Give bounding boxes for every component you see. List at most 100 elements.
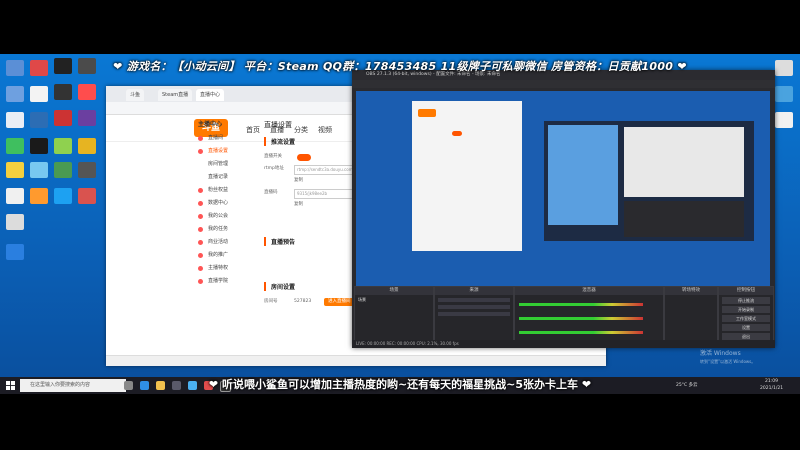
sidebar-item-label: 直播记录 bbox=[208, 174, 229, 180]
app-icon[interactable] bbox=[775, 86, 793, 102]
sidebar-item[interactable]: 房间管理 bbox=[198, 158, 248, 171]
sidebar-item-label: 我的推广 bbox=[208, 252, 229, 258]
browser-statusbar bbox=[106, 355, 606, 366]
menu-dot-icon bbox=[198, 266, 203, 271]
panel-header: 转场特效 bbox=[665, 287, 717, 295]
source-item[interactable] bbox=[438, 298, 510, 302]
browser-tab[interactable]: Steam直播 bbox=[158, 89, 193, 101]
row-label: 房间号 bbox=[264, 299, 278, 304]
sidebar-item-label: 数据中心 bbox=[208, 200, 229, 206]
menu-dot-icon bbox=[198, 136, 203, 141]
obs-menubar[interactable] bbox=[352, 80, 775, 88]
menu-dot-icon bbox=[198, 149, 203, 154]
sidebar-item-label: 主播特权 bbox=[208, 265, 229, 271]
sidebar-item[interactable]: 数据中心 bbox=[198, 197, 248, 210]
stop-stream-button[interactable]: 停止推流 bbox=[722, 297, 770, 304]
app-icon[interactable] bbox=[30, 86, 48, 102]
watermark-line: 转到“设置”以激活 Windows。 bbox=[700, 359, 756, 364]
transitions-panel: 转场特效 bbox=[664, 286, 718, 346]
sidebar-item-label: 直播设置 bbox=[208, 148, 229, 154]
menu-dot-icon bbox=[198, 227, 203, 232]
exit-button[interactable]: 退出 bbox=[722, 333, 770, 340]
app-icon[interactable] bbox=[6, 112, 24, 128]
panel-header: 来源 bbox=[435, 287, 513, 295]
settings-button[interactable]: 设置 bbox=[722, 324, 770, 331]
sidebar-item[interactable]: 我的推广 bbox=[198, 249, 248, 262]
sidebar-item[interactable]: 粉丝权益 bbox=[198, 184, 248, 197]
app-icon[interactable] bbox=[78, 110, 96, 126]
app-icon[interactable] bbox=[54, 84, 72, 100]
app-icon[interactable] bbox=[775, 112, 793, 128]
app-icon[interactable] bbox=[54, 162, 72, 178]
app-icon[interactable] bbox=[30, 162, 48, 178]
sidebar-item-label: 直播学院 bbox=[208, 278, 229, 284]
obs-window[interactable]: OBS 27.1.3 (64-bit, windows) - 配置文件: 未命名… bbox=[352, 70, 775, 348]
sidebar-item[interactable]: 我的任务 bbox=[198, 223, 248, 236]
scenes-panel: 场景 场景 bbox=[354, 286, 434, 346]
app-icon[interactable] bbox=[78, 138, 96, 154]
app-icon[interactable] bbox=[78, 162, 96, 178]
menu-dot-icon bbox=[198, 240, 203, 245]
app-icon[interactable] bbox=[30, 138, 48, 154]
sidebar-item[interactable]: 主播特权 bbox=[198, 262, 248, 275]
browser-tab[interactable]: 直播中心 bbox=[196, 89, 225, 101]
app-icon[interactable] bbox=[54, 138, 72, 154]
enter-room-button[interactable]: 进入直播间 bbox=[324, 298, 355, 306]
sidebar-item[interactable]: 直播记录 bbox=[198, 171, 248, 184]
source-item[interactable] bbox=[438, 312, 510, 316]
shield-icon[interactable] bbox=[6, 244, 24, 260]
app-icon[interactable] bbox=[6, 138, 24, 154]
app-icon[interactable] bbox=[6, 188, 24, 204]
obs-preview[interactable] bbox=[356, 91, 770, 299]
row-label: 直播开关 bbox=[264, 154, 282, 159]
app-icon[interactable] bbox=[6, 162, 24, 178]
live-toggle[interactable] bbox=[297, 154, 311, 161]
panel-header: 控制按钮 bbox=[719, 287, 773, 295]
start-record-button[interactable]: 开始录制 bbox=[722, 306, 770, 313]
panel-header: 混音器 bbox=[515, 287, 663, 295]
obs-statusbar: LIVE: 00:00:00 REC: 00:00:00 CPU: 2.1%, … bbox=[352, 340, 775, 348]
top-danmaku-banner: ❤ 游戏名：【小动云间】 平台：Steam QQ群：178453485 11级牌… bbox=[113, 60, 687, 73]
app-icon[interactable] bbox=[30, 112, 48, 128]
controls-panel: 控制按钮 停止推流 开始录制 工作室模式 设置 退出 bbox=[718, 286, 774, 346]
app-icon[interactable] bbox=[6, 86, 24, 102]
sidebar-item-active[interactable]: 直播设置 bbox=[198, 145, 248, 158]
copy-button[interactable]: 复制 bbox=[294, 178, 303, 183]
sidebar-item[interactable]: 直播间 bbox=[198, 132, 248, 145]
sidebar-item-label: 商业活动 bbox=[208, 239, 229, 245]
source-item[interactable] bbox=[438, 305, 510, 309]
anchor-sidebar: 主播中心 直播间 直播设置 房间管理 直播记录 粉丝权益 数据中心 我的公会 我… bbox=[198, 118, 248, 288]
app-icon[interactable] bbox=[78, 188, 96, 204]
app-icon[interactable] bbox=[30, 188, 48, 204]
scene-item[interactable]: 场景 bbox=[355, 295, 433, 305]
copy-button[interactable]: 复制 bbox=[294, 202, 303, 207]
browser-tab[interactable]: 斗鱼 bbox=[126, 89, 145, 101]
preview-nested-capture bbox=[544, 121, 754, 241]
sidebar-item[interactable]: 我的公会 bbox=[198, 210, 248, 223]
watermark-line: 激活 Windows bbox=[700, 350, 741, 357]
sidebar-item-label: 我的任务 bbox=[208, 226, 229, 232]
sidebar-item-label: 粉丝权益 bbox=[208, 187, 229, 193]
app-icon[interactable] bbox=[54, 110, 72, 126]
sidebar-item[interactable]: 商业活动 bbox=[198, 236, 248, 249]
panel-header: 场景 bbox=[355, 287, 433, 295]
preview-logo bbox=[418, 109, 436, 117]
audio-meter bbox=[519, 331, 643, 334]
preview-inner-obs bbox=[624, 201, 744, 237]
app-icon[interactable] bbox=[6, 214, 24, 230]
preview-inner-window bbox=[624, 127, 744, 197]
nav-home[interactable]: 首页 bbox=[246, 125, 260, 135]
room-number: 527823 bbox=[294, 299, 312, 304]
row-label: 直播码 bbox=[264, 190, 278, 195]
audio-meter bbox=[519, 303, 643, 306]
app-icon[interactable] bbox=[54, 188, 72, 204]
sidebar-header: 主播中心 bbox=[198, 121, 223, 128]
sidebar-item-label: 房间管理 bbox=[208, 161, 229, 167]
app-icon[interactable] bbox=[78, 84, 96, 100]
preview-inner-desktop bbox=[548, 125, 618, 225]
sources-panel: 来源 bbox=[434, 286, 514, 346]
activate-windows-watermark: 激活 Windows 转到“设置”以激活 Windows。 bbox=[700, 350, 755, 366]
studio-mode-button[interactable]: 工作室模式 bbox=[722, 315, 770, 322]
menu-dot-icon bbox=[198, 201, 203, 206]
sidebar-item[interactable]: 直播学院 bbox=[198, 275, 248, 288]
